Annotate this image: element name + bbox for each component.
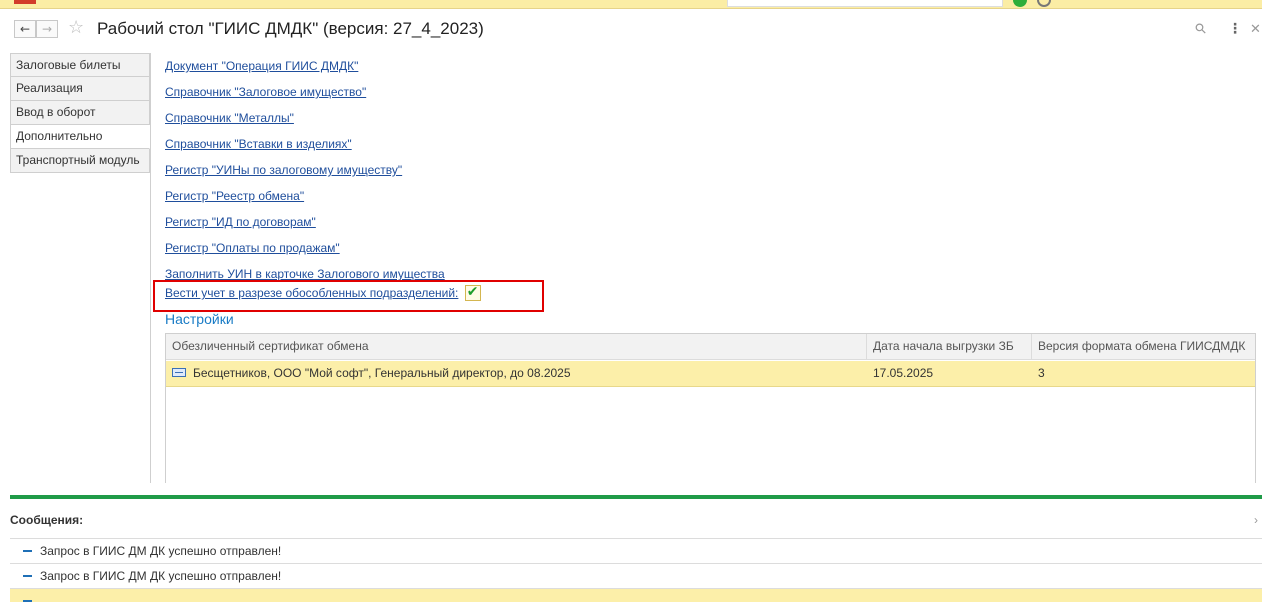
links-list: Документ "Операция ГИИС ДМДК" Справочник… [165, 58, 445, 292]
content-divider [150, 53, 151, 483]
messages-close-icon[interactable]: › [1254, 512, 1258, 528]
dash-icon [23, 549, 32, 552]
close-icon[interactable]: ✕ [1250, 22, 1261, 37]
table-row[interactable]: Бесщетников, ООО "Мой софт", Генеральный… [166, 361, 1255, 387]
table-header: Обезличенный сертификат обмена Дата нача… [166, 334, 1255, 360]
list-item[interactable]: Запрос в ГИИС ДМ ДК успешно отправлен! [10, 564, 1262, 589]
list-item[interactable]: Запрос в ГИИС ДМ ДК успешно отправлен! [10, 539, 1262, 564]
link-uin-register[interactable]: Регистр "УИНы по залоговому имуществу" [165, 162, 445, 188]
tab-sales[interactable]: Реализация [10, 77, 150, 101]
link-pledged-property[interactable]: Справочник "Залоговое имущество" [165, 84, 445, 110]
column-header-certificate[interactable]: Обезличенный сертификат обмена [166, 334, 867, 359]
list-item[interactable] [10, 589, 1262, 602]
tab-additional[interactable]: Дополнительно [10, 125, 150, 149]
message-text: Запрос в ГИИС ДМ ДК успешно отправлен! [40, 544, 282, 558]
message-text: Запрос в ГИИС ДМ ДК успешно отправлен! [40, 569, 282, 583]
form-header: ← → ☆ Рабочий стол "ГИИС ДМДК" (версия: … [0, 10, 1262, 44]
link-operation-document[interactable]: Документ "Операция ГИИС ДМДК" [165, 58, 445, 84]
link-exchange-registry[interactable]: Регистр "Реестр обмена" [165, 188, 445, 214]
tab-circulation[interactable]: Ввод в оборот [10, 101, 150, 125]
tab-transport-module[interactable]: Транспортный модуль [10, 149, 150, 173]
link-contract-ids[interactable]: Регистр "ИД по договорам" [165, 214, 445, 240]
dash-icon [23, 574, 32, 577]
arrow-left-icon: ← [19, 22, 31, 36]
section-tabs: Залоговые билеты Реализация Ввод в оборо… [10, 53, 150, 173]
history-icon[interactable] [1037, 0, 1051, 7]
column-header-format-version[interactable]: Версия формата обмена ГИИСДМДК [1032, 334, 1255, 359]
more-icon[interactable]: ⋮ [1228, 21, 1242, 37]
link-sales-payments[interactable]: Регистр "Оплаты по продажам" [165, 240, 445, 266]
top-toolbar-strip [0, 0, 1262, 9]
settings-table: Обезличенный сертификат обмена Дата нача… [165, 333, 1256, 483]
link-metals[interactable]: Справочник "Металлы" [165, 110, 445, 136]
back-button[interactable]: ← [14, 20, 36, 38]
status-indicator-icon[interactable] [1013, 0, 1027, 7]
cell-certificate[interactable]: Бесщетников, ООО "Мой софт", Генеральный… [166, 361, 867, 386]
arrow-right-icon: → [41, 22, 53, 36]
cell-start-date[interactable]: 17.05.2025 [867, 361, 1032, 386]
column-header-start-date[interactable]: Дата начала выгрузки ЗБ [867, 334, 1032, 359]
forward-button[interactable]: → [36, 20, 58, 38]
tab-pledge-tickets[interactable]: Залоговые билеты [10, 53, 150, 77]
app-logo [14, 0, 36, 4]
link-icon[interactable]: ⚲ [1192, 20, 1211, 39]
star-icon[interactable]: ☆ [68, 18, 84, 38]
panel-splitter[interactable] [10, 495, 1262, 499]
global-search-input[interactable] [727, 0, 1003, 7]
page-title: Рабочий стол "ГИИС ДМДК" (версия: 27_4_2… [97, 19, 484, 38]
cell-format-version[interactable]: 3 [1032, 361, 1255, 386]
messages-list: Запрос в ГИИС ДМ ДК успешно отправлен! З… [10, 538, 1262, 602]
highlight-frame [153, 280, 544, 312]
link-inserts[interactable]: Справочник "Вставки в изделиях" [165, 136, 445, 162]
messages-title: Сообщения: [10, 513, 84, 527]
settings-title: Настройки [165, 311, 234, 327]
certificate-icon [172, 368, 186, 378]
certificate-text: Бесщетников, ООО "Мой софт", Генеральный… [193, 366, 571, 380]
